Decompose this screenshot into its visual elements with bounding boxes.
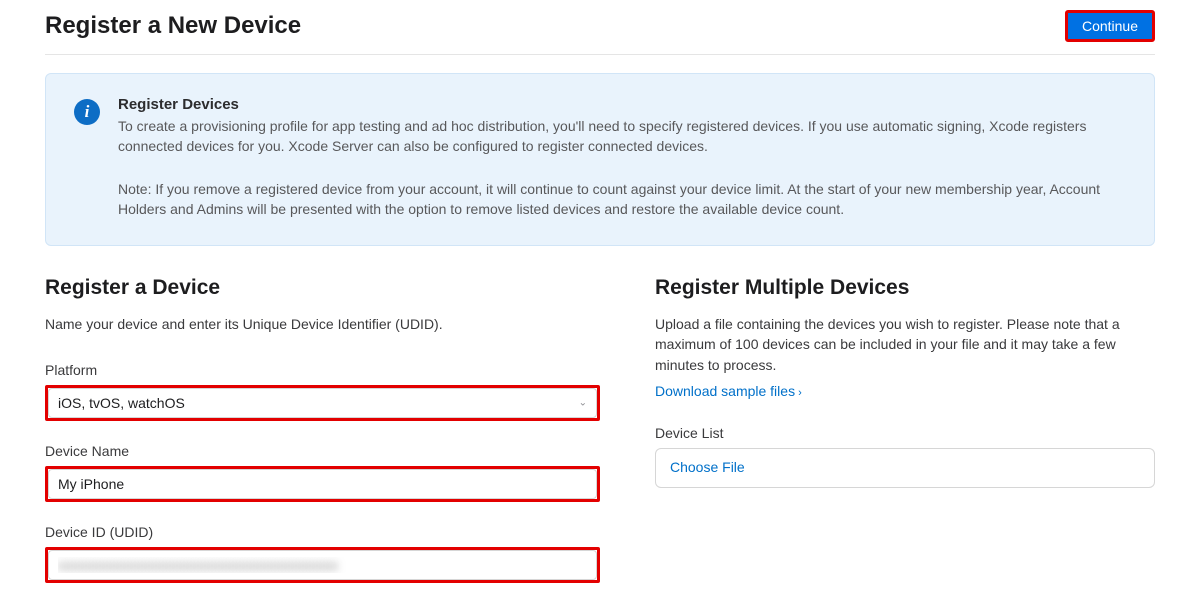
- section-title-multiple: Register Multiple Devices: [655, 276, 1155, 300]
- continue-button[interactable]: Continue: [1065, 10, 1155, 42]
- section-desc-single: Name your device and enter its Unique De…: [45, 314, 600, 334]
- chevron-right-icon: ›: [798, 387, 802, 399]
- file-upload-box[interactable]: Choose File: [655, 448, 1155, 488]
- download-sample-files-link[interactable]: Download sample files›: [655, 383, 802, 399]
- section-desc-multiple: Upload a file containing the devices you…: [655, 314, 1155, 375]
- page-title: Register a New Device: [45, 12, 301, 40]
- device-name-input[interactable]: [48, 469, 597, 499]
- info-content: Register Devices To create a provisionin…: [118, 96, 1126, 219]
- device-id-input[interactable]: [48, 550, 597, 580]
- register-multiple-devices-section: Register Multiple Devices Upload a file …: [655, 276, 1155, 583]
- info-title: Register Devices: [118, 96, 1126, 113]
- platform-select[interactable]: iOS, tvOS, watchOS: [48, 388, 597, 418]
- download-link-text: Download sample files: [655, 383, 795, 399]
- info-body: To create a provisioning profile for app…: [118, 116, 1126, 157]
- info-icon: i: [74, 99, 100, 125]
- device-id-label: Device ID (UDID): [45, 524, 600, 540]
- page-header: Register a New Device Continue: [45, 10, 1155, 55]
- choose-file-button[interactable]: Choose File: [670, 459, 745, 475]
- platform-label: Platform: [45, 362, 600, 378]
- section-title-single: Register a Device: [45, 276, 600, 300]
- info-panel: i Register Devices To create a provision…: [45, 73, 1155, 246]
- register-single-device-section: Register a Device Name your device and e…: [45, 276, 600, 583]
- device-list-label: Device List: [655, 425, 1155, 441]
- info-note: Note: If you remove a registered device …: [118, 179, 1126, 220]
- device-name-label: Device Name: [45, 443, 600, 459]
